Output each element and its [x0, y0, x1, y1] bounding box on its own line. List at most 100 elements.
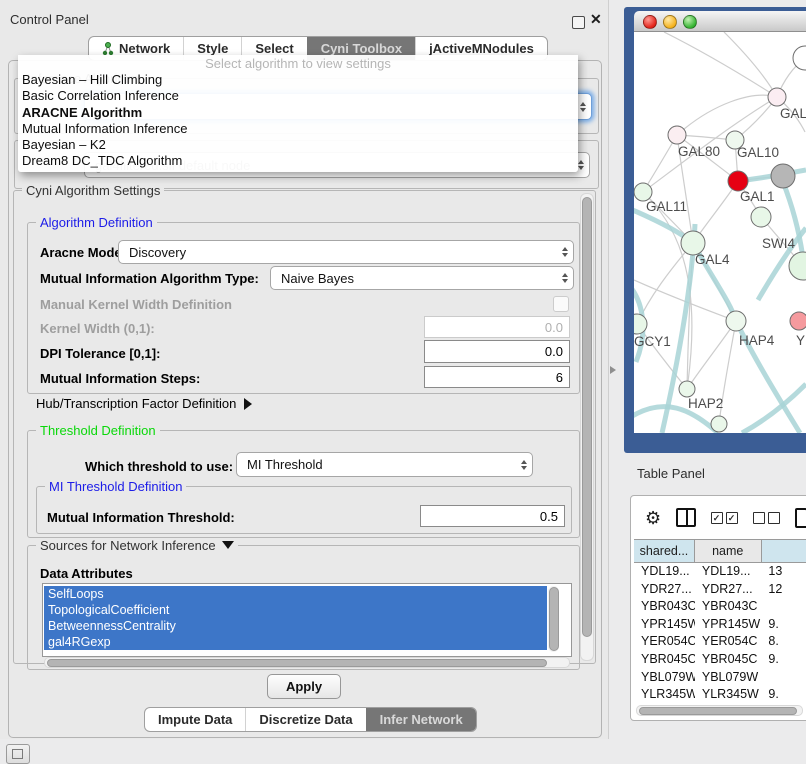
table-cell[interactable]: YDL19...: [695, 563, 762, 581]
attr-list-scrollbar[interactable]: [548, 586, 559, 652]
table-cell[interactable]: 9.: [761, 651, 806, 669]
table-cell[interactable]: [761, 598, 806, 616]
table-cell[interactable]: YBR043C: [634, 598, 695, 616]
network-node-hap4[interactable]: [726, 311, 746, 331]
checked-box-icon: ✓: [711, 512, 723, 524]
algorithm-option[interactable]: Mutual Information Inference: [18, 121, 578, 137]
table-row[interactable]: YBR045CYBR045C9.: [634, 651, 806, 669]
table-cell[interactable]: 8.: [761, 633, 806, 651]
table-cell[interactable]: YER054C: [634, 633, 695, 651]
network-view-window[interactable]: GALGAL80GAL10GAL1GAL11SWI4GAL4GCY1HAP4YH…: [624, 7, 806, 453]
table-cell[interactable]: YBR043C: [695, 598, 762, 616]
table-row[interactable]: YDL19...YDL19...13: [634, 563, 806, 581]
table-cell[interactable]: YPR145W: [695, 616, 762, 634]
table-cell[interactable]: 9.: [761, 686, 806, 704]
data-attribute-item[interactable]: BetweennessCentrality: [44, 618, 547, 634]
table-row[interactable]: YBR043CYBR043C: [634, 598, 806, 616]
network-node-y[interactable]: [790, 312, 806, 330]
zoom-window-icon[interactable]: [683, 15, 697, 29]
table-cell[interactable]: 9.: [761, 616, 806, 634]
mi-steps-label: Mutual Information Steps:: [40, 371, 200, 386]
table-row[interactable]: YDR27...YDR27...12: [634, 581, 806, 599]
column-header[interactable]: name: [695, 540, 762, 562]
hub-definition-toggle[interactable]: Hub/Transcription Factor Definition: [36, 396, 252, 411]
table-hscrollbar[interactable]: [636, 705, 803, 716]
expand-arrow-icon: [244, 398, 252, 410]
algorithm-option[interactable]: Basic Correlation Inference: [18, 88, 578, 104]
network-node[interactable]: [728, 171, 748, 191]
table-cell[interactable]: 12: [761, 581, 806, 599]
settings-scrollbar-thumb[interactable]: [582, 197, 592, 637]
algorithm-option[interactable]: ARACNE Algorithm: [18, 105, 578, 121]
deselect-all-icon[interactable]: [753, 512, 780, 524]
table-row[interactable]: YPR145WYPR145W9.: [634, 616, 806, 634]
dpi-tolerance-field[interactable]: [424, 340, 570, 363]
attr-list-hscrollbar[interactable]: [44, 657, 570, 668]
table-hscrollbar-thumb[interactable]: [639, 707, 797, 715]
tab-discretize-data[interactable]: Discretize Data: [245, 708, 365, 731]
mi-type-combo[interactable]: Naive Bayes: [270, 266, 574, 290]
node-table-panel: ⚙ ✓✓ shared...name YDL19...YDL19...13YDR…: [630, 495, 806, 721]
close-window-icon[interactable]: [643, 15, 657, 29]
algorithm-option[interactable]: Bayesian – Hill Climbing: [18, 72, 578, 88]
table-row[interactable]: YBL079WYBL079W: [634, 669, 806, 687]
table-cell[interactable]: YBR045C: [695, 651, 762, 669]
attr-list-scrollbar-thumb[interactable]: [549, 587, 559, 651]
node-label: GAL: [780, 106, 806, 121]
apply-button[interactable]: Apply: [267, 674, 341, 699]
settings-scrollbar[interactable]: [580, 193, 594, 661]
network-node[interactable]: [793, 46, 806, 70]
data-attribute-item[interactable]: TopologicalCoefficient: [44, 602, 547, 618]
table-cell[interactable]: YLR345W: [634, 686, 695, 704]
aracne-mode-combo[interactable]: Discovery: [118, 240, 574, 264]
unchecked-box-icon: [753, 512, 765, 524]
gear-icon[interactable]: ⚙: [645, 509, 661, 527]
tab-impute-data[interactable]: Impute Data: [145, 708, 245, 731]
column-header[interactable]: [762, 540, 806, 562]
network-node-swi4[interactable]: [789, 252, 806, 280]
table-cell[interactable]: 13: [761, 563, 806, 581]
table-cell[interactable]: YDR27...: [634, 581, 695, 599]
table-row[interactable]: YLR345WYLR345W9.: [634, 686, 806, 704]
minimize-window-icon[interactable]: [663, 15, 677, 29]
network-node[interactable]: [711, 416, 727, 432]
data-attribute-item[interactable]: gal4RGexp: [44, 634, 547, 650]
table-cell[interactable]: YBL079W: [695, 669, 762, 687]
restore-panel-button[interactable]: [6, 744, 30, 764]
tab-infer-network[interactable]: Infer Network: [366, 708, 476, 731]
sources-group-title[interactable]: Sources for Network Inference: [36, 538, 238, 553]
table-cell[interactable]: YPR145W: [634, 616, 695, 634]
split-panel-icon[interactable]: [676, 508, 695, 527]
network-canvas[interactable]: GALGAL80GAL10GAL1GAL11SWI4GAL4GCY1HAP4YH…: [634, 32, 806, 433]
table-cell[interactable]: YDR27...: [695, 581, 762, 599]
attr-list-hscrollbar-thumb[interactable]: [47, 659, 547, 667]
which-threshold-combo[interactable]: MI Threshold: [236, 452, 533, 477]
apply-button-label: Apply: [286, 679, 322, 694]
export-table-icon[interactable]: [795, 508, 806, 528]
kernel-width-field[interactable]: [424, 316, 570, 338]
table-cell[interactable]: YLR345W: [695, 686, 762, 704]
algorithm-option[interactable]: Bayesian – K2: [18, 137, 578, 153]
network-node-gal[interactable]: [768, 88, 786, 106]
column-header[interactable]: shared...: [634, 540, 695, 562]
table-cell[interactable]: YBR045C: [634, 651, 695, 669]
close-panel-icon[interactable]: ✕: [590, 11, 602, 28]
data-attribute-item[interactable]: SelfLoops: [44, 586, 547, 602]
manual-kernel-checkbox[interactable]: [553, 296, 569, 312]
table-row[interactable]: YER054CYER054C8.: [634, 633, 806, 651]
float-panel-icon[interactable]: [572, 16, 585, 29]
network-window-titlebar[interactable]: [634, 11, 806, 32]
select-all-icon[interactable]: ✓✓: [711, 512, 738, 524]
network-edge: [643, 192, 692, 389]
mi-steps-field[interactable]: [424, 366, 570, 388]
algorithm-option[interactable]: Dream8 DC_TDC Algorithm: [18, 153, 578, 169]
table-cell[interactable]: [761, 669, 806, 687]
network-node-gal1[interactable]: [751, 207, 771, 227]
network-node-hap2[interactable]: [679, 381, 695, 397]
table-cell[interactable]: YDL19...: [634, 563, 695, 581]
table-cell[interactable]: YBL079W: [634, 669, 695, 687]
network-node[interactable]: [771, 164, 795, 188]
network-node-gal80[interactable]: [668, 126, 686, 144]
mi-threshold-field[interactable]: [420, 505, 565, 527]
table-cell[interactable]: YER054C: [695, 633, 762, 651]
